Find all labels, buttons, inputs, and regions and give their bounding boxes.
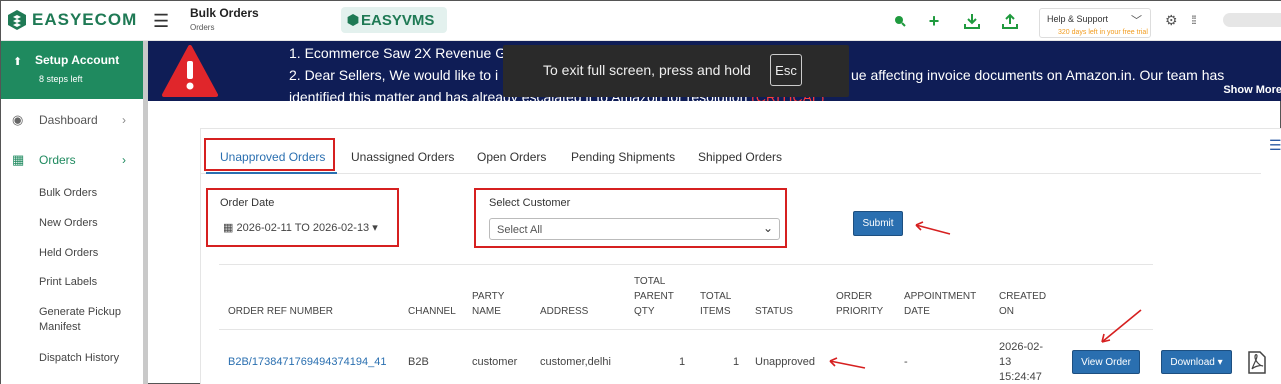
arrow-to-view-order	[1101, 309, 1142, 343]
annotation-arrows	[829, 221, 1142, 369]
arrow-to-status	[829, 360, 866, 369]
